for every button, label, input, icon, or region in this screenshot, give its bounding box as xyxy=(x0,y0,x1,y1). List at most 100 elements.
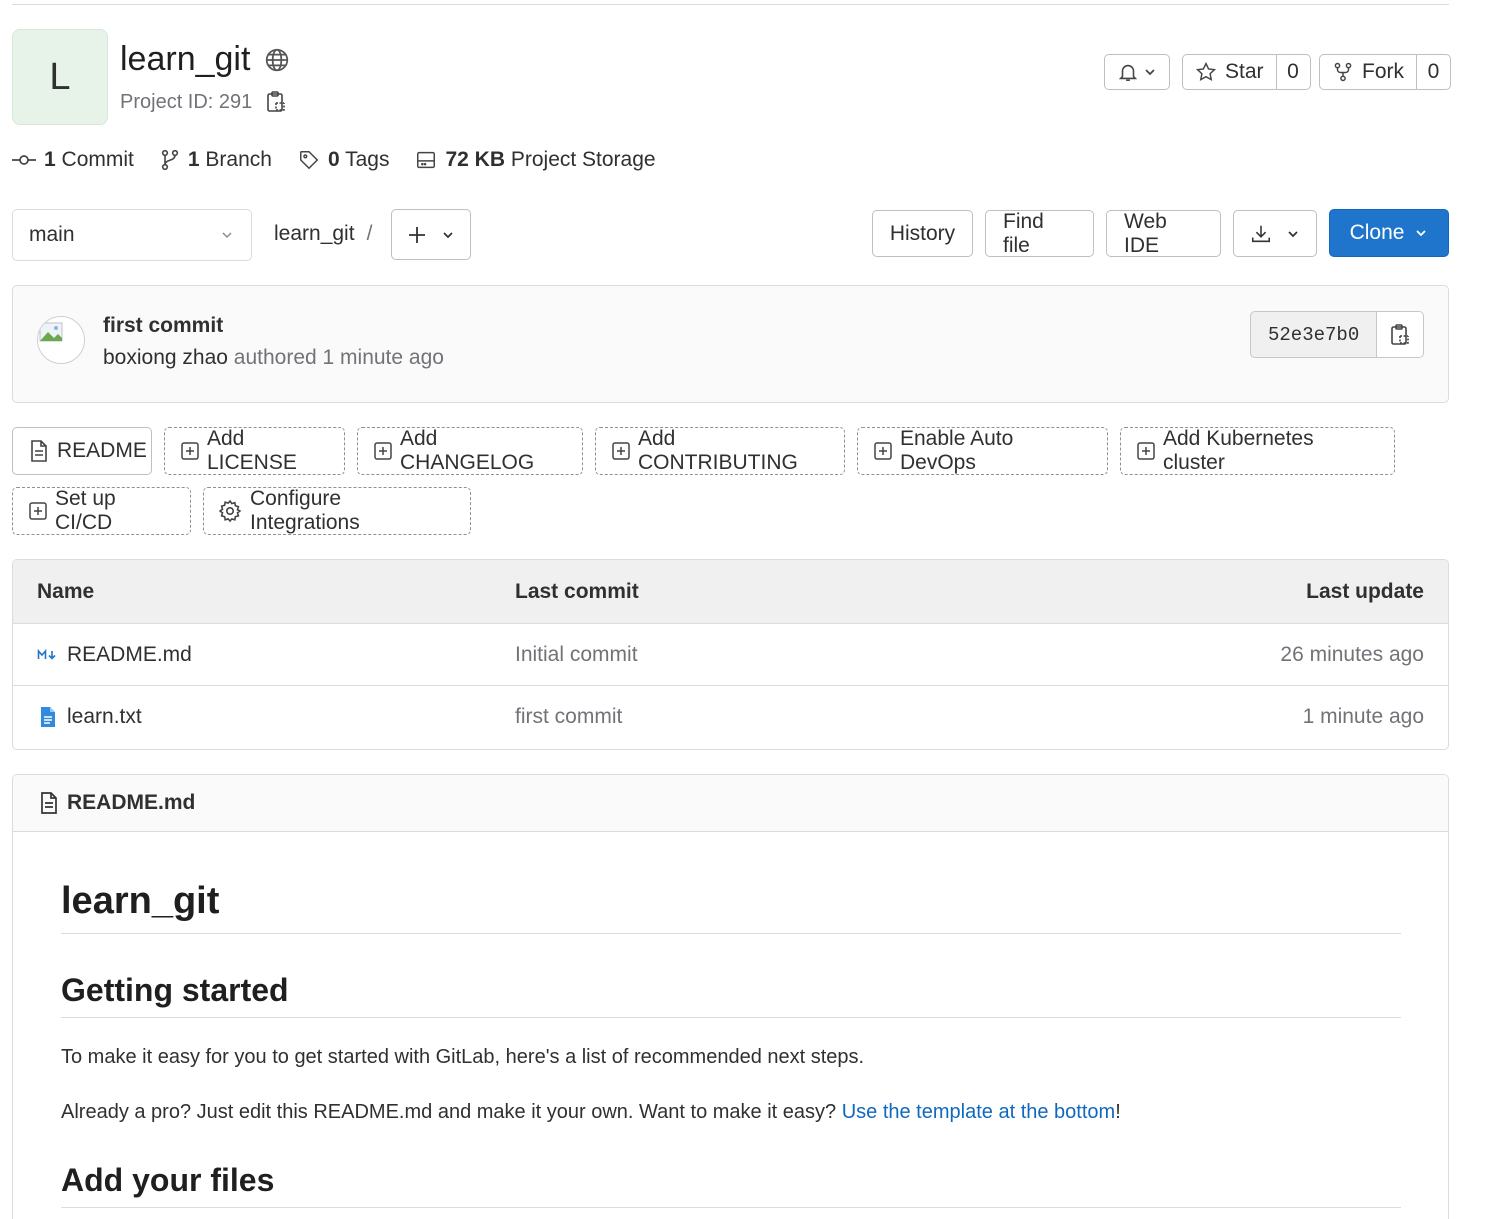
readme-button[interactable]: README xyxy=(12,427,152,475)
file-name-link[interactable]: learn.txt xyxy=(67,705,142,729)
setup-cicd-label: Set up CI/CD xyxy=(55,487,116,534)
text-file-icon xyxy=(37,706,59,728)
readme-paragraph-text: Already a pro? Just edit this README.md … xyxy=(61,1101,842,1123)
readme-filename-link[interactable]: README.md xyxy=(67,791,195,815)
chevron-down-icon xyxy=(219,227,235,243)
stat-tags-label: Tags xyxy=(345,148,390,171)
download-button[interactable] xyxy=(1233,210,1317,257)
commit-sha-group: 52e3e7b0 xyxy=(1250,311,1425,358)
add-kubernetes-cluster-label: Add Kubernetes cluster xyxy=(1163,427,1314,474)
readme-content: learn_git Getting started To make it eas… xyxy=(61,832,1401,1208)
chevron-down-icon xyxy=(441,228,455,242)
breadcrumb-separator: / xyxy=(366,222,373,245)
web-ide-button[interactable]: Web IDE xyxy=(1106,210,1221,257)
stat-storage-size: 72 KB xyxy=(445,148,505,171)
bell-icon xyxy=(1117,61,1139,83)
configure-integrations-button[interactable]: Configure Integrations xyxy=(203,487,471,535)
branch-selector[interactable]: main xyxy=(12,209,252,261)
table-row[interactable]: learn.txt first commit 1 minute ago xyxy=(13,686,1448,748)
add-license-button[interactable]: Add LICENSE xyxy=(164,427,345,475)
add-to-tree-button[interactable] xyxy=(391,209,471,260)
file-last-commit-link[interactable]: first commit xyxy=(515,705,622,729)
document-icon xyxy=(39,791,59,815)
clone-button[interactable]: Clone xyxy=(1329,209,1449,257)
stat-tags[interactable]: 0 Tags xyxy=(298,148,390,172)
star-count[interactable]: 0 xyxy=(1277,55,1310,89)
fork-button-group: Fork 0 xyxy=(1319,54,1451,90)
plus-icon xyxy=(407,225,427,245)
readme-heading-title: learn_git xyxy=(61,880,1401,934)
project-id-text: Project ID: 291 xyxy=(120,90,253,113)
history-button[interactable]: History xyxy=(872,210,973,257)
readme-paragraph-suffix: ! xyxy=(1115,1101,1121,1123)
configure-integrations-label: Configure Integrations xyxy=(250,487,360,534)
add-changelog-label: Add CHANGELOG xyxy=(400,427,535,474)
column-header-name: Name xyxy=(37,579,95,603)
chevron-down-icon xyxy=(1286,227,1300,241)
last-commit-panel: first commit boxiong zhao authored 1 min… xyxy=(12,285,1449,403)
fork-button[interactable]: Fork xyxy=(1320,55,1417,89)
storage-icon xyxy=(415,149,437,171)
readme-paragraph: To make it easy for you to get started w… xyxy=(61,1046,865,1068)
file-last-commit-link[interactable]: Initial commit xyxy=(515,643,638,667)
plus-square-icon xyxy=(874,442,892,460)
table-header: Name Last commit Last update xyxy=(13,560,1448,624)
template-link[interactable]: Use the template at the bottom xyxy=(842,1101,1116,1123)
project-id: Project ID: 291 xyxy=(120,90,286,114)
copy-icon xyxy=(1390,323,1410,347)
fork-label: Fork xyxy=(1362,60,1404,83)
plus-square-icon xyxy=(181,442,199,460)
chevron-down-icon xyxy=(1414,226,1428,240)
top-divider xyxy=(12,4,1449,5)
copy-project-id-icon[interactable] xyxy=(266,90,286,114)
star-button-group: Star 0 xyxy=(1182,54,1311,90)
file-last-update: 1 minute ago xyxy=(1302,705,1424,728)
readme-button-label: README xyxy=(57,439,147,462)
table-row[interactable]: README.md Initial commit 26 minutes ago xyxy=(13,624,1448,686)
column-header-last-commit: Last commit xyxy=(515,579,639,603)
add-kubernetes-cluster-button[interactable]: Add Kubernetes cluster xyxy=(1120,427,1395,475)
plus-square-icon xyxy=(1137,442,1155,460)
stat-branches[interactable]: 1 Branch xyxy=(160,148,272,172)
stat-storage[interactable]: 72 KB Project Storage xyxy=(415,148,656,172)
gear-icon xyxy=(218,499,242,523)
star-button[interactable]: Star xyxy=(1183,55,1277,89)
stat-commits-label: Commit xyxy=(61,148,134,171)
project-name: learn_git xyxy=(120,40,251,78)
readme-panel: README.md learn_git Getting started To m… xyxy=(12,774,1449,1219)
branch-icon xyxy=(160,149,180,171)
readme-heading-add-files: Add your files xyxy=(61,1162,1401,1208)
star-icon xyxy=(1195,61,1217,83)
enable-auto-devops-button[interactable]: Enable Auto DevOps xyxy=(857,427,1108,475)
readme-heading-getting-started: Getting started xyxy=(61,972,1401,1018)
notification-button[interactable] xyxy=(1104,54,1170,90)
add-contributing-label: Add CONTRIBUTING xyxy=(638,427,798,474)
tag-icon xyxy=(298,149,320,171)
find-file-button[interactable]: Find file xyxy=(985,210,1094,257)
star-label: Star xyxy=(1225,60,1264,83)
chevron-down-icon xyxy=(1143,65,1157,79)
commit-sha[interactable]: 52e3e7b0 xyxy=(1251,312,1378,357)
breadcrumb-project-link[interactable]: learn_git xyxy=(274,222,355,246)
commit-title-link[interactable]: first commit xyxy=(103,314,223,338)
author-avatar[interactable] xyxy=(37,316,85,364)
stat-commits[interactable]: 1 Commit xyxy=(12,148,134,172)
file-name-link[interactable]: README.md xyxy=(67,643,192,667)
add-contributing-button[interactable]: Add CONTRIBUTING xyxy=(595,427,845,475)
markdown-icon xyxy=(37,648,59,662)
project-avatar-initial: L xyxy=(49,55,71,98)
add-changelog-button[interactable]: Add CHANGELOG xyxy=(357,427,583,475)
column-header-last-update: Last update xyxy=(1306,579,1424,603)
commit-authored-time: authored 1 minute ago xyxy=(233,346,444,369)
commit-icon xyxy=(12,153,36,167)
breadcrumb: learn_git / xyxy=(274,222,372,246)
fork-count[interactable]: 0 xyxy=(1417,55,1450,89)
copy-sha-button[interactable] xyxy=(1377,312,1424,357)
project-title: learn_git xyxy=(120,40,290,79)
readme-header: README.md xyxy=(13,775,1448,832)
commit-author-link[interactable]: boxiong zhao xyxy=(103,346,228,369)
setup-cicd-button[interactable]: Set up CI/CD xyxy=(12,487,191,535)
fork-icon xyxy=(1332,61,1354,83)
plus-square-icon xyxy=(374,442,392,460)
stat-branches-label: Branch xyxy=(205,148,272,171)
